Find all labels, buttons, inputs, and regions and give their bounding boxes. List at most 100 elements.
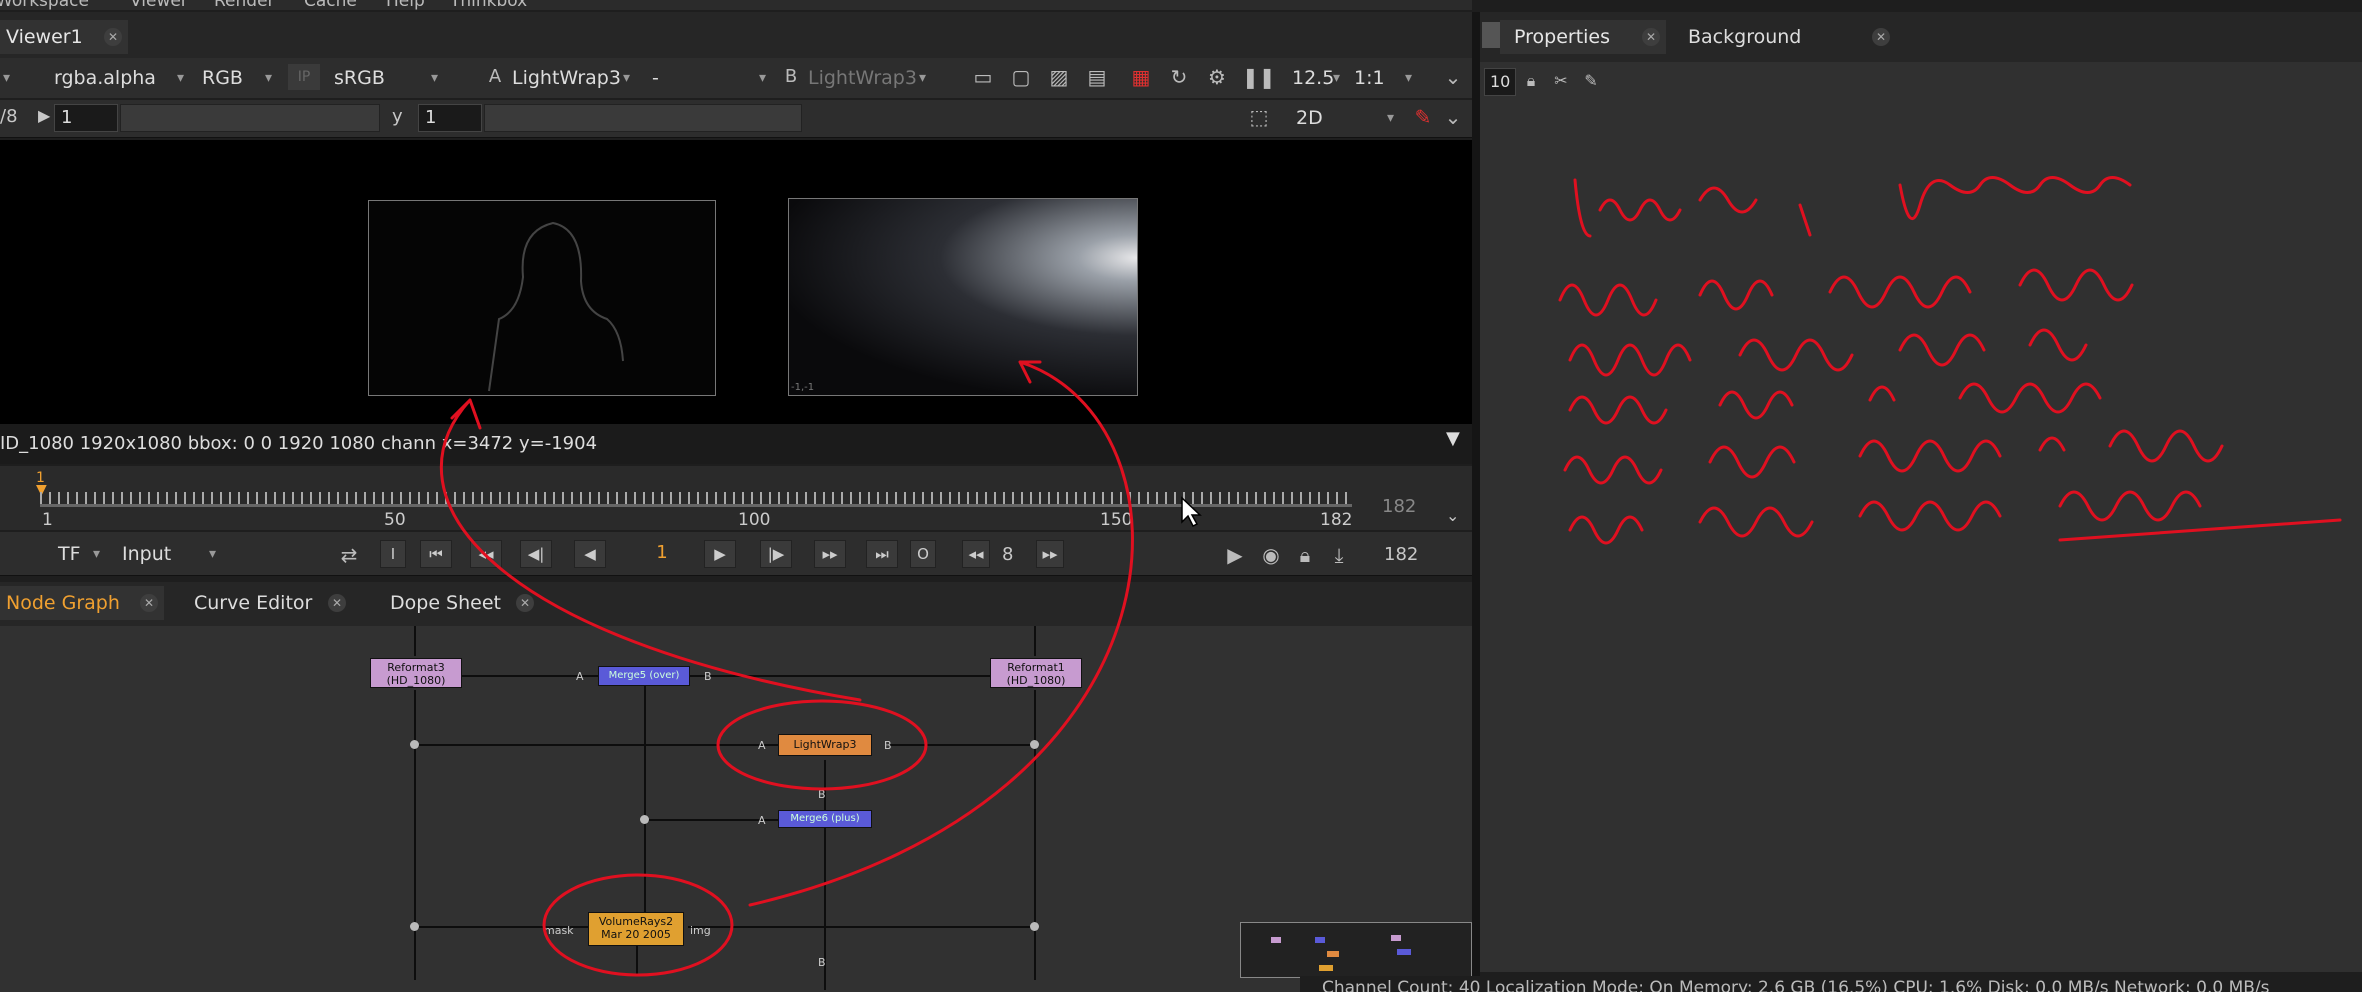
menu-cache[interactable]: Cache <box>304 0 357 10</box>
gain-slider[interactable] <box>120 104 380 132</box>
tf-dropdown[interactable]: TF <box>50 539 104 569</box>
alpha-silhouette <box>488 221 624 392</box>
viewer-canvas[interactable]: -1,-1 <box>0 140 1472 424</box>
frame-icon[interactable]: ▢ <box>1008 64 1034 90</box>
chevron-down-icon[interactable]: ⌄ <box>1440 104 1466 130</box>
operation-dropdown[interactable]: - <box>644 63 770 93</box>
close-icon[interactable]: ✕ <box>140 594 158 612</box>
wire-dot[interactable] <box>640 815 649 824</box>
chevron-down-icon[interactable]: ⌄ <box>1446 506 1459 525</box>
node-volumerays2[interactable]: VolumeRays2 Mar 20 2005 <box>588 912 684 946</box>
flipbook-icon[interactable]: ▶ <box>1222 542 1248 568</box>
menu-thinkbox[interactable]: Thinkbox <box>450 0 527 10</box>
current-frame-field[interactable]: 1 <box>624 540 694 568</box>
skip-back-button[interactable]: ◂◂ <box>962 540 990 568</box>
play-forward-button[interactable]: ▶ <box>704 540 736 568</box>
properties-body <box>1480 102 2362 972</box>
overlay-icon[interactable]: ▤ <box>1084 64 1110 90</box>
wipe-icon[interactable]: ▨ <box>1046 64 1072 90</box>
play-backward-button[interactable]: ◀ <box>574 540 606 568</box>
tab-properties[interactable]: Properties ✕ <box>1500 20 1666 54</box>
timeline[interactable]: 1 ▼ 1 50 100 150 182 182 ⌄ <box>0 466 1472 530</box>
prev-key-button[interactable]: ◂◂ <box>470 540 502 568</box>
roi-icon[interactable]: ▭ <box>970 64 996 90</box>
chevron-down-icon[interactable]: ▼ <box>1446 428 1460 449</box>
pencil-icon[interactable]: ✎ <box>1578 68 1604 94</box>
next-key-button[interactable]: ▸▸ <box>814 540 846 568</box>
first-frame-button[interactable]: ⏮ <box>420 540 452 568</box>
lock-icon[interactable]: 🔒︎ <box>1292 542 1318 568</box>
prev-frame-button[interactable]: ◀| <box>520 540 552 568</box>
timeline-track[interactable] <box>40 504 1352 507</box>
tab-curve-editor[interactable]: Curve Editor ✕ <box>180 586 352 620</box>
timeline-mark-182: 182 <box>1320 510 1353 530</box>
input-a-dropdown[interactable]: LightWrap3 <box>504 63 634 93</box>
node-graph-minimap[interactable] <box>1240 922 1472 978</box>
close-icon[interactable]: ✕ <box>104 28 122 46</box>
clipping-icon[interactable]: ▦ <box>1128 64 1154 90</box>
refresh-icon[interactable]: ↻ <box>1166 64 1192 90</box>
menu-render[interactable]: Render <box>214 0 275 10</box>
ratio-dropdown[interactable]: 1:1 <box>1346 63 1416 93</box>
node-merge6[interactable]: Merge6 (plus) <box>778 810 872 828</box>
gain-field[interactable]: 1 <box>54 104 118 132</box>
zoom-dropdown[interactable]: 12.5 <box>1284 63 1344 93</box>
play-small-icon[interactable]: ▶ <box>38 106 50 125</box>
layer-dropdown[interactable] <box>0 63 14 93</box>
node-reformat1[interactable]: Reformat1 (HD_1080) <box>990 658 1082 688</box>
proxy-icon[interactable]: ⬚ <box>1246 104 1272 130</box>
download-icon[interactable]: ⤓ <box>1326 542 1352 568</box>
lock-icon[interactable]: 🔒︎ <box>1518 68 1544 94</box>
minimap-node <box>1391 935 1401 941</box>
in-point-button[interactable]: I <box>380 540 406 568</box>
menu-help[interactable]: Help <box>386 0 425 10</box>
view-mode-dropdown[interactable]: 2D <box>1288 103 1398 133</box>
next-frame-button[interactable]: |▶ <box>760 540 792 568</box>
close-icon[interactable]: ✕ <box>516 594 534 612</box>
display-dropdown[interactable]: RGB <box>194 63 276 93</box>
wire-dot[interactable] <box>1030 740 1039 749</box>
max-panels-field[interactable]: 10 <box>1484 68 1516 96</box>
close-icon[interactable]: ✕ <box>1872 28 1890 46</box>
node-merge5[interactable]: Merge5 (over) <box>598 666 690 686</box>
menu-viewer[interactable]: Viewer <box>130 0 188 10</box>
wire-dot[interactable] <box>410 922 419 931</box>
close-icon[interactable]: ✕ <box>328 594 346 612</box>
chevron-down-icon[interactable]: ⌄ <box>1440 64 1466 90</box>
panel-menu-icon[interactable] <box>1482 22 1500 48</box>
wire <box>636 946 638 976</box>
colorspace-dropdown[interactable]: sRGB <box>326 63 442 93</box>
skip-forward-button[interactable]: ▸▸ <box>1036 540 1064 568</box>
close-icon[interactable]: ✕ <box>1642 28 1660 46</box>
input-mode-dropdown[interactable]: Input <box>114 539 220 569</box>
timeline-end-frame[interactable]: 182 <box>1382 496 1416 517</box>
gamma-field[interactable]: 1 <box>418 104 482 132</box>
record-icon[interactable]: ◉ <box>1258 542 1284 568</box>
channels-dropdown[interactable]: rgba.alpha <box>46 63 188 93</box>
pause-icon[interactable]: ❚❚ <box>1242 64 1276 90</box>
tab-dope-sheet[interactable]: Dope Sheet ✕ <box>376 586 540 620</box>
node-reformat3[interactable]: Reformat3 (HD_1080) <box>370 658 462 688</box>
wire-dot[interactable] <box>1030 922 1039 931</box>
gamma-slider[interactable] <box>484 104 802 132</box>
settings-icon[interactable]: ⚙ <box>1204 64 1230 90</box>
menu-workspace[interactable]: Workspace <box>0 0 89 10</box>
out-point-button[interactable]: O <box>910 540 936 568</box>
wire <box>1034 690 1036 980</box>
tab-viewer1[interactable]: Viewer1 ✕ <box>0 20 128 54</box>
clear-icon[interactable]: ✂ <box>1548 68 1574 94</box>
minimap-node <box>1319 965 1333 971</box>
input-b-dropdown[interactable]: LightWrap3 <box>800 63 930 93</box>
loop-icon[interactable]: ⇄ <box>336 542 362 568</box>
tab-background-renders[interactable]: Background Renders ✕ <box>1674 20 1896 82</box>
last-frame-button[interactable]: ⏭ <box>866 540 898 568</box>
pencil-icon[interactable]: ✎ <box>1410 104 1436 130</box>
wire-dot[interactable] <box>410 740 419 749</box>
tab-node-graph[interactable]: Node Graph ✕ <box>0 586 164 620</box>
panel-divider[interactable] <box>1472 12 1480 992</box>
skip-increment[interactable]: 8 <box>1002 544 1013 565</box>
node-reformat3-sub: (HD_1080) <box>386 674 446 687</box>
playback-end-frame[interactable]: 182 <box>1384 544 1418 565</box>
node-lightwrap3[interactable]: LightWrap3 <box>778 734 872 756</box>
ip-button[interactable]: IP <box>288 64 320 90</box>
